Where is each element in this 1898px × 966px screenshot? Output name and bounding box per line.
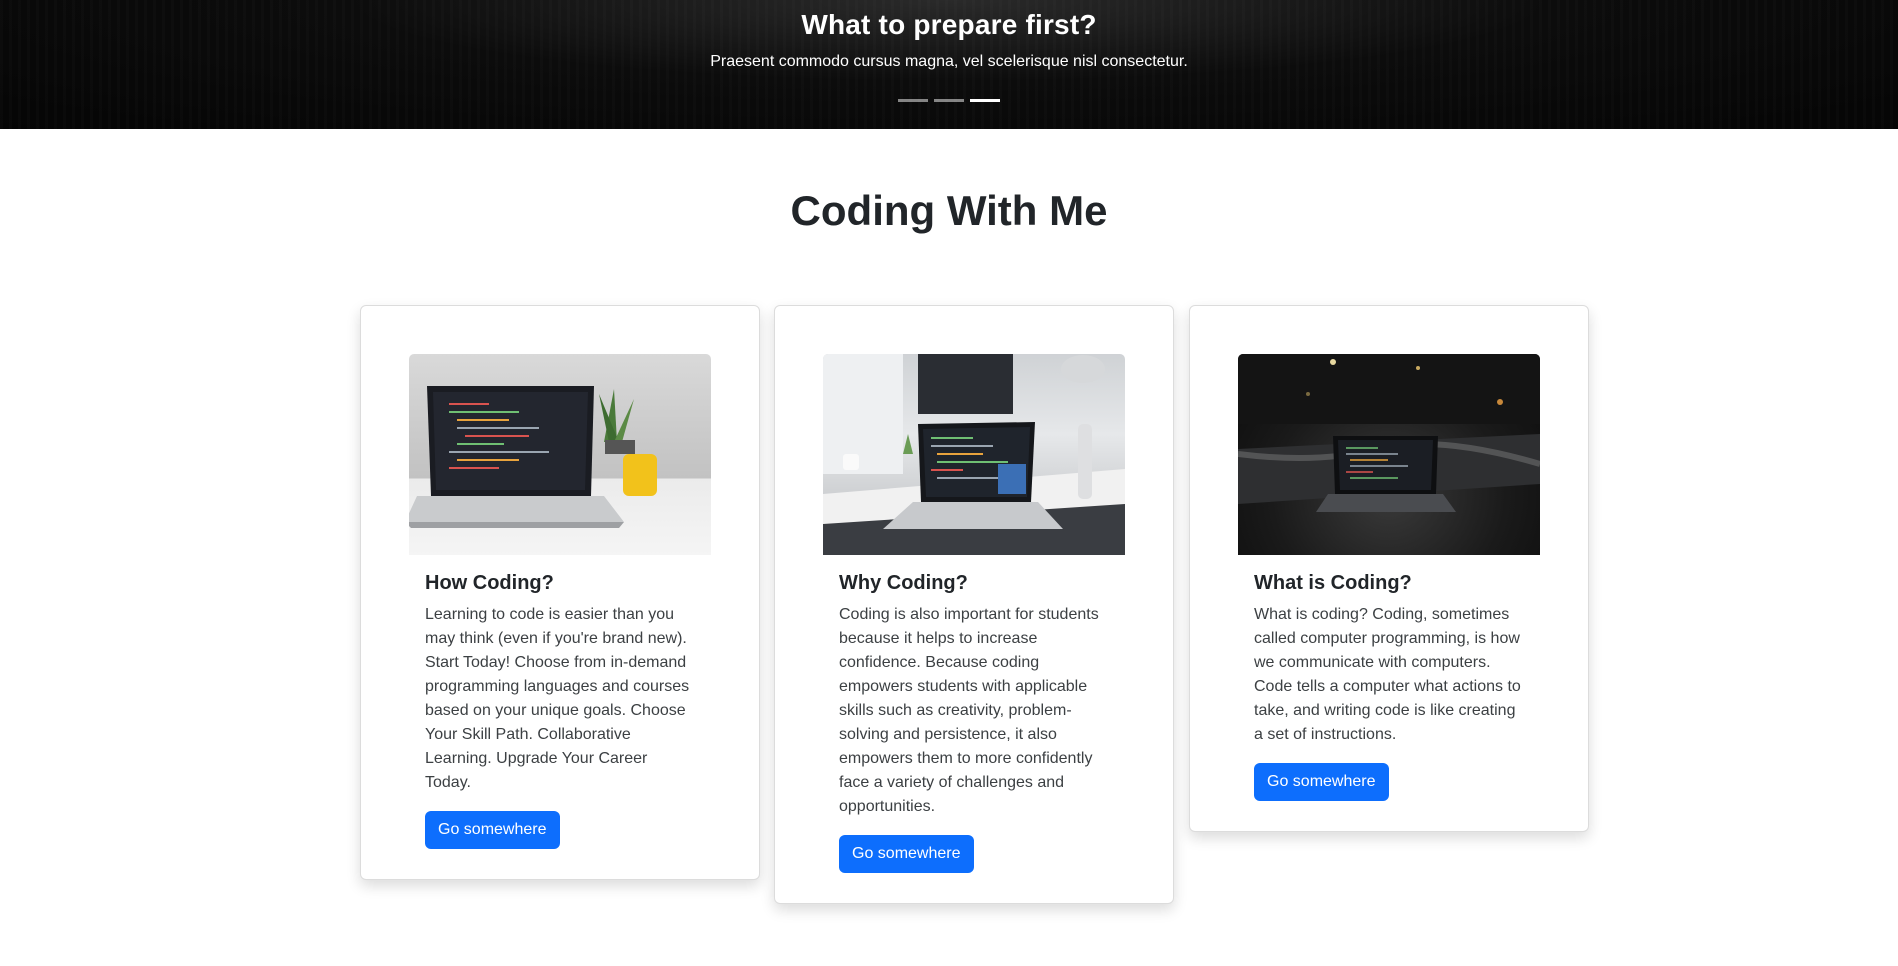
carousel-indicators <box>0 99 1898 102</box>
laptop-image-icon <box>823 354 1125 555</box>
hero-carousel: What to prepare first? Praesent commodo … <box>0 0 1898 129</box>
card-title: Why Coding? <box>839 572 968 594</box>
laptop-image-icon <box>1238 354 1540 512</box>
card-body: What is Coding? What is coding? Coding, … <box>1238 555 1540 801</box>
card-image <box>823 354 1125 555</box>
go-somewhere-button[interactable]: Go somewhere <box>1254 763 1389 801</box>
carousel-subtitle: Praesent commodo cursus magna, vel scele… <box>710 53 1188 70</box>
go-somewhere-button[interactable]: Go somewhere <box>839 835 974 873</box>
card-text: Coding is also important for students be… <box>839 606 1099 815</box>
card-what-is-coding: What is Coding? What is coding? Coding, … <box>1189 305 1589 832</box>
card-text: Learning to code is easier than you may … <box>425 606 690 791</box>
card-text: What is coding? Coding, sometimes called… <box>1254 606 1521 743</box>
carousel-indicator-1[interactable] <box>898 99 928 102</box>
card-title: What is Coding? <box>1254 572 1412 594</box>
carousel-caption: What to prepare first? Praesent commodo … <box>0 8 1898 72</box>
card-title: How Coding? <box>425 572 554 594</box>
carousel-title: What to prepare first? <box>801 9 1097 40</box>
card-body: Why Coding? Coding is also important for… <box>823 555 1125 873</box>
go-somewhere-button[interactable]: Go somewhere <box>425 811 560 849</box>
card-why-coding: Why Coding? Coding is also important for… <box>774 305 1174 904</box>
card-body: How Coding? Learning to code is easier t… <box>409 555 711 849</box>
carousel-indicator-3[interactable] <box>970 99 1000 102</box>
carousel-indicator-2[interactable] <box>934 99 964 102</box>
card-how-coding: How Coding? Learning to code is easier t… <box>360 305 760 880</box>
laptop-image-icon <box>409 386 657 528</box>
card-image <box>1238 354 1540 555</box>
section-title: Coding With Me <box>790 187 1108 234</box>
card-image <box>409 354 711 555</box>
